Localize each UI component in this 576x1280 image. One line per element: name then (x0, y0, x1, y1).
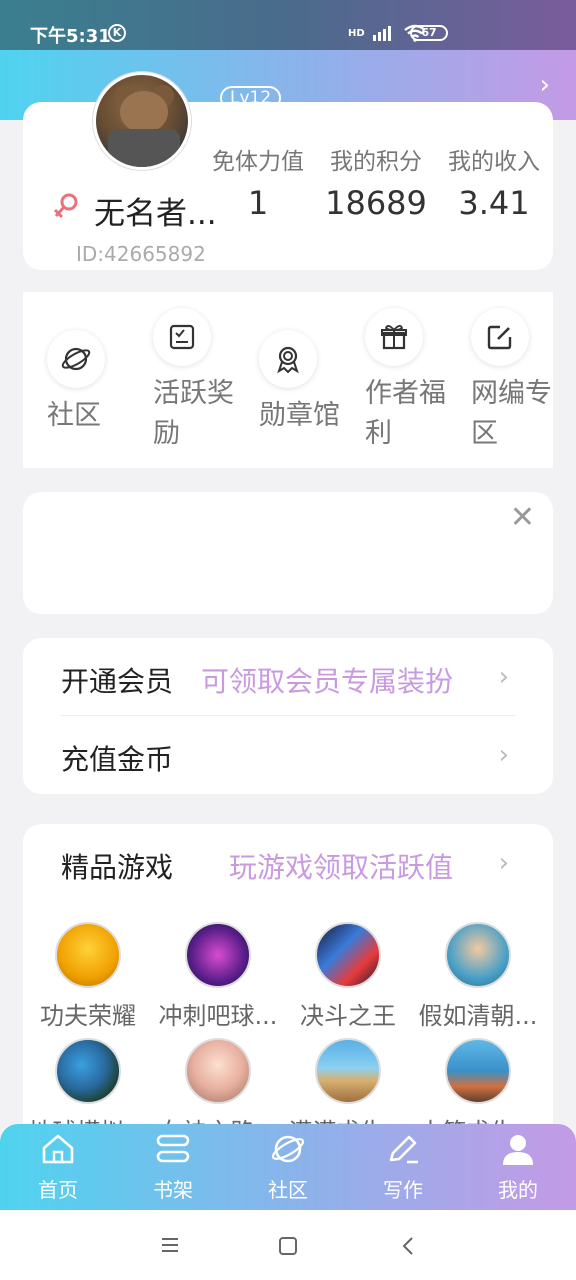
home-square-icon[interactable] (278, 1236, 298, 1256)
back-icon[interactable] (400, 1236, 416, 1256)
chevron-right-icon: › (498, 662, 509, 692)
nav-label: 我的 (498, 1178, 538, 1202)
bookshelf-icon (156, 1134, 190, 1163)
checklist-icon (153, 308, 211, 366)
planet-icon (271, 1135, 305, 1163)
gift-icon (365, 308, 423, 366)
battery-indicator: 67 (410, 25, 448, 41)
game-icon (55, 1038, 121, 1104)
chevron-right-icon[interactable]: › (499, 848, 509, 878)
stat-label: 我的收入 (448, 149, 540, 175)
shortcuts-panel: 社区 活跃奖励 勋章馆 作者福利 网编专区 (23, 292, 553, 468)
promo-banner: ✕ (23, 492, 553, 614)
game-item[interactable]: 假如清朝... (413, 922, 543, 1031)
planet-icon (47, 330, 105, 388)
nav-community[interactable]: 社区 (233, 1132, 343, 1203)
level-badge: Lv12 (220, 86, 282, 110)
open-vip-title: 开通会员 (61, 665, 174, 698)
game-item[interactable]: 功夫荣耀 (23, 922, 153, 1031)
game-item[interactable]: 冲刺吧球... (153, 922, 283, 1031)
shortcut-label: 活跃奖励 (153, 378, 234, 449)
shortcut-active-reward[interactable]: 活跃奖励 (153, 308, 243, 454)
shortcut-label: 勋章馆 (259, 400, 340, 431)
game-name: 冲刺吧球... (158, 1002, 278, 1030)
medal-icon (259, 330, 317, 388)
header-chevron-icon[interactable]: › (540, 70, 550, 100)
game-icon (315, 922, 381, 988)
game-icon (185, 922, 251, 988)
status-time: 下午5:31 (30, 26, 111, 47)
game-icon (55, 922, 121, 988)
shortcut-medal-hall[interactable]: 勋章馆 (259, 330, 349, 436)
games-card: 精品游戏 玩游戏领取活跃值 › 功夫荣耀 冲刺吧球... 决斗之王 假如清朝..… (23, 824, 553, 1144)
shortcut-label: 作者福利 (365, 378, 446, 449)
k-icon: K (108, 24, 126, 42)
user-icon (503, 1135, 533, 1165)
user-id: ID:42665892 (76, 242, 206, 266)
stat-label: 免体力值 (212, 149, 304, 175)
open-vip-subtitle: 可领取会员专属装扮 (201, 665, 454, 698)
stat-value: 1 (247, 184, 269, 222)
games-title: 精品游戏 (61, 851, 174, 884)
stat-points[interactable]: 我的积分 18689 (317, 142, 435, 222)
nav-mine[interactable]: 我的 (463, 1132, 573, 1203)
stat-value: 18689 (325, 184, 427, 222)
game-name: 决斗之王 (300, 1002, 396, 1030)
open-vip-row[interactable]: 开通会员 可领取会员专属装扮 › (23, 638, 553, 714)
recharge-coins-row[interactable]: 充值金币 › (23, 716, 553, 792)
shortcut-label: 网编专区 (471, 378, 552, 449)
stat-stamina[interactable]: 免体力值 1 (199, 142, 317, 222)
network-label: HD (348, 27, 365, 39)
stat-label: 我的积分 (330, 149, 422, 175)
system-nav-bar (0, 1210, 576, 1280)
nav-label: 书架 (153, 1178, 193, 1202)
shortcut-editor-zone[interactable]: 网编专区 (471, 308, 561, 454)
game-icon (445, 1038, 511, 1104)
status-bar: 下午5:31 K HD 67 (0, 0, 576, 50)
menu-icon[interactable] (160, 1236, 180, 1254)
games-subtitle[interactable]: 玩游戏领取活跃值 (229, 846, 453, 886)
vip-card: 开通会员 可领取会员专属装扮 › 充值金币 › (23, 638, 553, 794)
female-gender-icon (53, 193, 78, 219)
recharge-title: 充值金币 (61, 743, 174, 776)
game-name: 假如清朝... (418, 1002, 538, 1030)
shortcut-author-welfare[interactable]: 作者福利 (365, 308, 455, 454)
game-icon (315, 1038, 381, 1104)
nav-write[interactable]: 写作 (348, 1132, 458, 1203)
game-name: 功夫荣耀 (40, 1002, 136, 1030)
bottom-nav: 首页 书架 社区 写作 我的 (0, 1124, 576, 1210)
shortcut-label: 社区 (47, 400, 101, 431)
home-icon (42, 1134, 74, 1164)
nav-home[interactable]: 首页 (3, 1132, 113, 1203)
game-icon (445, 922, 511, 988)
nav-label: 社区 (268, 1178, 308, 1202)
close-icon[interactable]: ✕ (510, 500, 535, 535)
nav-label: 首页 (38, 1178, 78, 1202)
chevron-right-icon: › (498, 740, 509, 770)
nav-bookshelf[interactable]: 书架 (118, 1132, 228, 1203)
edit-icon (471, 308, 529, 366)
game-item[interactable]: 决斗之王 (283, 922, 413, 1031)
signal-icon (372, 26, 391, 41)
shortcut-community[interactable]: 社区 (47, 330, 137, 436)
game-icon (185, 1038, 251, 1104)
nav-label: 写作 (383, 1178, 423, 1202)
stat-income[interactable]: 我的收入 3.41 (435, 142, 553, 222)
avatar[interactable] (93, 72, 191, 170)
stat-value: 3.41 (458, 184, 530, 222)
pencil-icon (389, 1135, 418, 1164)
